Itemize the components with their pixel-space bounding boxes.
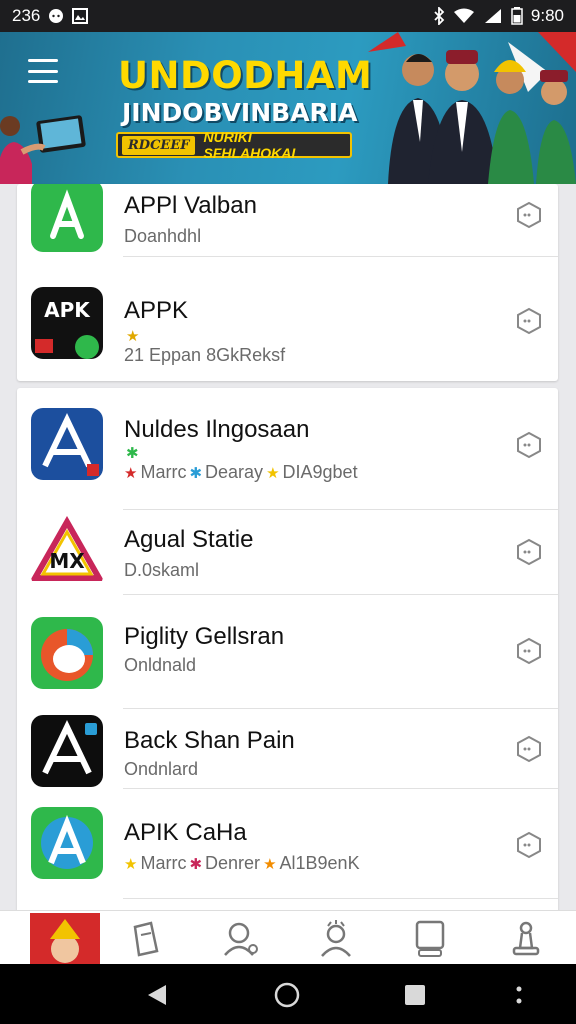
status-left-text: 236: [12, 6, 41, 25]
star-icon: ★: [124, 855, 138, 873]
nav-documents-icon[interactable]: [124, 917, 168, 961]
more-options-button[interactable]: [514, 306, 544, 336]
app-name: Agual Statie: [124, 526, 254, 553]
badge-icon: ✱: [126, 445, 139, 462]
list-item[interactable]: APK APPK ★ 21 Eppan 8GkReksf: [17, 257, 558, 381]
app-subtitle: Ondnlard: [124, 759, 199, 779]
wifi-icon: [453, 8, 475, 24]
rating-text-2: Dearay: [205, 462, 264, 482]
list-item[interactable]: MX Agual Statie D.0skaml: [17, 510, 558, 595]
status-bar: 236 9:80: [0, 0, 576, 32]
banner-title: UNDODHAM: [118, 54, 373, 97]
app-rating-row: ★ Marrc ✱ Denrer ★ Al1B9enK: [124, 853, 360, 874]
app-name: Nuldes Ilngosaan: [124, 416, 310, 443]
star-icon: ✱: [189, 855, 203, 873]
more-options-button[interactable]: [514, 537, 544, 567]
app-subtitle: Onldnald: [124, 655, 197, 675]
star-icon: ★: [263, 855, 277, 873]
back-icon[interactable]: [142, 980, 172, 1010]
banner-strip: RDCEEF NURIKI SFHLAHOKAI: [116, 129, 352, 161]
signal-icon: [483, 8, 503, 24]
app-name: APPl Valban: [124, 192, 257, 219]
menu-icon-line: [28, 80, 58, 83]
people-illustration: [368, 32, 576, 184]
orange-green-circle-icon: [31, 617, 103, 689]
app-name: Back Shan Pain: [124, 727, 295, 754]
list-item[interactable]: Nuldes Ilngosaan ✱ ★ Marrc ✱ Dearay ★ DI…: [17, 388, 558, 510]
nav-profile-icon[interactable]: [218, 917, 262, 961]
bluetooth-icon: [433, 7, 445, 25]
list-item[interactable]: APPl Valban Doanhdhl: [17, 184, 558, 257]
status-time: 9:80: [530, 6, 564, 25]
blue-a-icon: [31, 408, 103, 480]
rating-text-3: DIA9gbet: [282, 462, 358, 482]
star-icon: ★: [126, 328, 140, 345]
app-subtitle: D.0skaml: [124, 560, 200, 580]
app-list-card-1: APPl Valban Doanhdhl APK APPK ★ 21 Eppan…: [17, 184, 558, 381]
star-icon: ★: [266, 464, 280, 482]
list-item[interactable]: Piglity Gellsran Onldnald: [17, 595, 558, 709]
nav-settings-icon[interactable]: [504, 917, 548, 961]
app-subtitle: 21 Eppan 8GkReksf: [124, 345, 286, 365]
more-options-button[interactable]: [514, 636, 544, 666]
app-name: APIK CaHa: [124, 819, 247, 846]
banner-tag: RDCEEF: [122, 135, 196, 155]
banner-strip-text: NURIKI SFHLAHOKAI: [203, 129, 296, 161]
svg-text:APK: APK: [44, 298, 91, 322]
photo-icon: [72, 8, 89, 24]
green-blue-a-icon: [31, 807, 103, 879]
nav-community-icon[interactable]: [314, 917, 358, 961]
app-subtitle: Doanhdhl: [124, 226, 202, 246]
app-name: APPK: [124, 297, 189, 324]
list-item[interactable]: APIK CaHa ★ Marrc ✱ Denrer ★ Al1B9enK: [17, 789, 558, 899]
app-list-card-2: Nuldes Ilngosaan ✱ ★ Marrc ✱ Dearay ★ DI…: [17, 388, 558, 918]
banner-subtitle: JINDOBVINBARIA: [122, 98, 358, 127]
triangle-mx-icon: MX: [31, 516, 103, 588]
menu-button[interactable]: [26, 56, 60, 86]
more-options-button[interactable]: [514, 430, 544, 460]
more-options-button[interactable]: [514, 200, 544, 230]
rating-text-1: Marrc: [140, 853, 187, 873]
list-item[interactable]: Back Shan Pain Ondnlard: [17, 709, 558, 789]
bottom-navigation: [0, 910, 576, 965]
divider: [123, 898, 558, 899]
svg-text:MX: MX: [49, 549, 85, 573]
nav-device-icon[interactable]: [408, 917, 452, 961]
tablet-user-illustration: [0, 115, 86, 184]
rating-text-2: Denrer: [205, 853, 261, 873]
system-navigation-bar: [0, 964, 576, 1024]
battery-icon: [511, 7, 523, 25]
home-icon[interactable]: [272, 980, 302, 1010]
nav-featured-thumbnail[interactable]: [30, 913, 100, 965]
more-options-button[interactable]: [514, 830, 544, 860]
rating-text-3: Al1B9enK: [279, 853, 360, 873]
recents-icon[interactable]: [400, 980, 430, 1010]
green-a-icon: [31, 184, 103, 252]
notification-icon: [48, 8, 64, 24]
star-icon: ★: [124, 464, 138, 482]
overflow-menu-icon[interactable]: [504, 980, 534, 1010]
apk-black-icon: APK: [31, 287, 103, 359]
menu-icon-line: [28, 69, 58, 73]
black-a-icon: [31, 715, 103, 787]
rating-text-1: Marrc: [140, 462, 187, 482]
app-rating-row: ★ Marrc ✱ Dearay ★ DIA9gbet: [124, 462, 358, 483]
menu-icon-line: [28, 59, 58, 62]
star-icon: ✱: [189, 464, 203, 482]
promo-banner[interactable]: UNDODHAM JINDOBVINBARIA RDCEEF NURIKI SF…: [0, 32, 576, 184]
more-options-button[interactable]: [514, 734, 544, 764]
app-name: Piglity Gellsran: [124, 623, 285, 650]
